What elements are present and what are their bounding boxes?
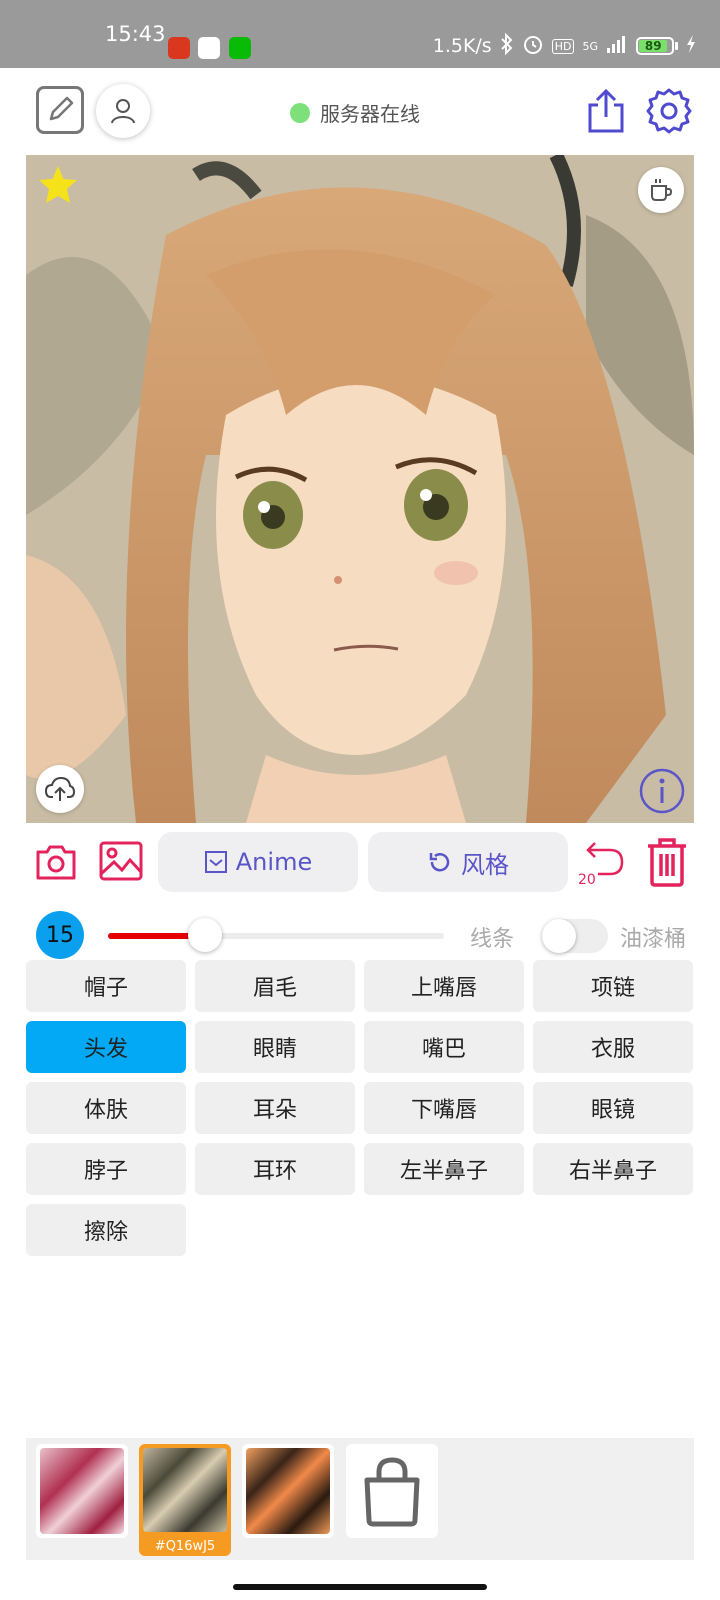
brush-controls: 15 线条 油漆桶 <box>0 905 720 965</box>
style-button[interactable]: 风格 <box>368 832 568 892</box>
style-thumbnail-image <box>246 1448 330 1534</box>
drawing-canvas[interactable] <box>26 155 694 823</box>
cloud-upload-icon <box>44 776 76 801</box>
part-button[interactable]: 项链 <box>533 960 693 1012</box>
home-indicator[interactable] <box>233 1584 487 1590</box>
upload-button[interactable] <box>36 765 84 813</box>
style-thumbnail[interactable] <box>242 1444 334 1538</box>
status-indicators: 1.5K/s HD 5G 89 <box>432 32 696 60</box>
camera-icon <box>36 845 76 880</box>
pencil-icon <box>49 96 74 121</box>
status-time: 15:43 <box>105 22 166 46</box>
user-icon <box>111 99 135 124</box>
server-status-dot <box>290 102 310 123</box>
server-status: 服务器在线 <box>290 98 420 127</box>
hd-icon: HD <box>551 38 575 54</box>
part-button[interactable]: 右半鼻子 <box>533 1143 693 1195</box>
status-bar: 15:43 1.5K/s HD 5G 89 <box>0 0 720 68</box>
coffee-button[interactable] <box>638 167 684 213</box>
battery-icon: 89 <box>636 37 678 55</box>
bucket-label: 油漆桶 <box>620 927 687 952</box>
part-button[interactable]: 眉毛 <box>195 960 355 1012</box>
slider-thumb[interactable] <box>188 918 223 952</box>
undo-button[interactable]: 20 <box>578 840 628 888</box>
part-button[interactable]: 耳环 <box>195 1143 355 1195</box>
part-button[interactable]: 下嘴唇 <box>364 1082 524 1134</box>
wechat-icon <box>229 37 251 59</box>
part-button[interactable]: 耳朵 <box>195 1082 355 1134</box>
part-button[interactable]: 左半鼻子 <box>364 1143 524 1195</box>
part-button[interactable]: 脖子 <box>26 1143 186 1195</box>
part-button[interactable]: 眼睛 <box>195 1021 355 1073</box>
delete-button[interactable] <box>644 836 690 888</box>
info-icon <box>639 768 685 814</box>
toggle-knob <box>542 919 576 953</box>
battery-level: 89 <box>639 40 668 52</box>
user-button[interactable] <box>96 84 150 138</box>
anime-button[interactable]: Anime <box>158 832 358 892</box>
brush-size-badge[interactable]: 15 <box>36 911 84 959</box>
star-icon <box>39 166 77 203</box>
charging-icon <box>686 34 696 59</box>
camera-button[interactable] <box>34 842 78 882</box>
style-thumbnail-image <box>40 1448 124 1534</box>
share-icon <box>588 88 624 133</box>
bucket-toggle[interactable] <box>542 919 608 953</box>
anime-label: Anime <box>235 848 313 876</box>
coffee-cup-icon <box>651 179 673 201</box>
alarm-icon <box>522 33 544 60</box>
refresh-icon <box>429 853 450 872</box>
checkbox-icon <box>204 851 227 873</box>
style-thumbnail[interactable] <box>36 1444 128 1538</box>
line-label: 线条 <box>470 927 515 952</box>
part-button[interactable]: 体肤 <box>26 1082 186 1134</box>
style-code: #Q16wJ5 <box>154 1539 216 1554</box>
edit-button[interactable] <box>36 86 84 134</box>
part-button[interactable]: 擦除 <box>26 1204 186 1256</box>
undo-count: 20 <box>578 872 596 888</box>
info-button[interactable] <box>638 767 686 815</box>
gallery-button[interactable] <box>98 840 144 882</box>
style-thumbnail-image <box>143 1448 227 1532</box>
top-toolbar: 服务器在线 <box>0 68 720 154</box>
brush-size-slider[interactable] <box>108 918 444 952</box>
share-button[interactable] <box>582 86 630 136</box>
bluetooth-icon <box>500 32 514 60</box>
style-label: 风格 <box>461 850 509 879</box>
shopping-bag-icon <box>364 1457 420 1527</box>
parts-grid: 帽子 眉毛 上嘴唇 项链头发 眼睛 嘴巴 衣服体肤 耳朵 下嘴唇 眼镜脖子 耳环 左半鼻子 右半鼻子擦除 <box>26 960 694 1256</box>
action-row: Anime 风格 20 <box>0 830 720 896</box>
style-gallery: #Q16wJ5 <box>26 1438 694 1560</box>
part-button[interactable]: 上嘴唇 <box>364 960 524 1012</box>
trash-icon <box>648 838 686 887</box>
anime-portrait-image <box>26 155 694 823</box>
signal-icon <box>606 34 628 59</box>
part-button[interactable]: 嘴巴 <box>364 1021 524 1073</box>
part-button[interactable]: 头发 <box>26 1021 186 1073</box>
network-type: 5G <box>582 39 598 53</box>
part-button[interactable]: 眼镜 <box>533 1082 693 1134</box>
favorite-button[interactable] <box>36 163 80 207</box>
part-button[interactable]: 衣服 <box>533 1021 693 1073</box>
gear-icon <box>646 88 692 134</box>
settings-button[interactable] <box>644 86 694 136</box>
net-speed: 1.5K/s <box>432 35 492 57</box>
part-button[interactable]: 帽子 <box>26 960 186 1012</box>
chat-app-icon <box>198 37 220 59</box>
store-button[interactable] <box>346 1444 438 1538</box>
image-icon <box>99 841 143 881</box>
style-thumbnail-selected[interactable]: #Q16wJ5 <box>139 1444 231 1556</box>
server-status-label: 服务器在线 <box>320 102 420 126</box>
notification-app-icon <box>168 37 190 59</box>
